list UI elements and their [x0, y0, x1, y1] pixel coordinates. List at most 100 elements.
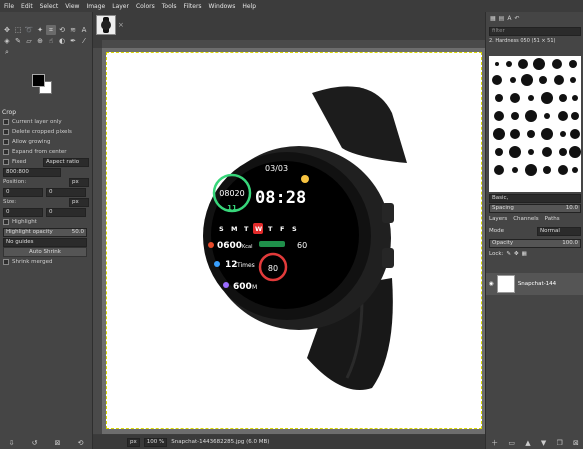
option-delete-cropped: Delete cropped pixels [0, 127, 92, 137]
dodge-tool-icon[interactable]: ◐ [57, 36, 67, 46]
color-picker-tool-icon[interactable]: ⁄ [79, 36, 89, 46]
tab-layers[interactable]: Layers [489, 216, 507, 222]
layers-tab-row: Layers Channels Paths [486, 214, 583, 224]
menu-layer[interactable]: Layer [112, 3, 129, 10]
option-shrink-merged: Shrink merged [0, 257, 92, 267]
delete-cropped-checkbox[interactable] [3, 129, 9, 135]
layer-group-icon[interactable]: ▭ [508, 439, 515, 447]
highlight-opacity-label: Highlight opacity [6, 229, 53, 235]
menu-edit[interactable]: Edit [21, 3, 33, 10]
fuzzy-select-tool-icon[interactable]: ✦ [35, 25, 45, 35]
brushes-tab-icon[interactable]: ▦ [490, 15, 496, 22]
fonts-tab-icon[interactable]: A [507, 15, 511, 22]
guides-select[interactable]: No guides [3, 237, 87, 247]
tab-channels[interactable]: Channels [513, 216, 538, 222]
fixed-checkbox[interactable] [3, 159, 9, 165]
zoom-select[interactable]: 100 % [143, 437, 168, 447]
color-swatches[interactable] [32, 74, 54, 96]
fixed-mode-select[interactable]: Aspect ratio [43, 157, 89, 167]
highlight-checkbox[interactable] [3, 219, 9, 225]
menu-image[interactable]: Image [86, 3, 105, 10]
option-allow-growing: Allow growing [0, 137, 92, 147]
size-y-input[interactable]: 0 [46, 207, 86, 217]
menu-help[interactable]: Help [242, 3, 256, 10]
size-x-input[interactable]: 0 [3, 207, 43, 217]
canvas-stage[interactable]: 08020 11 03/03 08:28 S M T W T F S 0600 … [102, 48, 485, 434]
allow-growing-label: Allow growing [12, 139, 51, 145]
delete-options-icon[interactable]: ⊠ [55, 439, 61, 447]
rect-select-tool-icon[interactable]: ⬚ [13, 25, 23, 35]
crop-tool-icon[interactable]: ⌗ [46, 25, 56, 35]
menu-select[interactable]: Select [40, 3, 59, 10]
menu-file[interactable]: File [4, 3, 14, 10]
menu-view[interactable]: View [65, 3, 79, 10]
text-tool-icon[interactable]: A [79, 25, 89, 35]
mode-select[interactable]: Normal [537, 226, 581, 236]
paintbrush-tool-icon[interactable]: ✎ [13, 36, 23, 46]
menu-filters[interactable]: Filters [184, 3, 202, 10]
eraser-tool-icon[interactable]: ▱ [24, 36, 34, 46]
patterns-tab-icon[interactable]: ▤ [499, 15, 505, 22]
option-position-label: Position: px [0, 177, 92, 187]
shrink-merged-checkbox[interactable] [3, 259, 9, 265]
option-current-layer-only: Current layer only [0, 117, 92, 127]
lock-alpha-icon[interactable]: ▦ [522, 251, 527, 257]
raise-layer-icon[interactable]: ▲ [525, 439, 530, 447]
smudge-tool-icon[interactable]: ☝ [46, 36, 56, 46]
lock-position-icon[interactable]: ✥ [514, 251, 519, 257]
layer-row[interactable]: ◉ Snapchat-144 [486, 273, 583, 295]
tab-paths[interactable]: Paths [545, 216, 560, 222]
expand-from-center-label: Expand from center [12, 149, 67, 155]
brush-preset-select[interactable]: Basic, [489, 193, 581, 203]
foreground-color-swatch[interactable] [32, 74, 45, 87]
unit-select[interactable]: px [127, 437, 140, 447]
delete-layer-icon[interactable]: ⊠ [573, 439, 579, 447]
visibility-eye-icon[interactable]: ◉ [489, 281, 494, 287]
spacing-slider[interactable]: Spacing 10.0 [489, 203, 581, 213]
lock-pixels-icon[interactable]: ✎ [506, 251, 511, 257]
position-x-input[interactable]: 0 [3, 187, 43, 197]
reset-options-icon[interactable]: ⟲ [78, 439, 84, 447]
menu-tools[interactable]: Tools [162, 3, 177, 10]
position-y-input[interactable]: 0 [46, 187, 86, 197]
transform-tool-icon[interactable]: ⟲ [57, 25, 67, 35]
opacity-row: Opacity 100.0 [486, 238, 583, 248]
menu-colors[interactable]: Colors [136, 3, 155, 10]
smartwatch-image: 08020 11 03/03 08:28 S M T W T F S 0600 … [203, 86, 407, 390]
restore-options-icon[interactable]: ↺ [32, 439, 38, 447]
distance-unit: M [252, 284, 257, 291]
move-tool-icon[interactable]: ✥ [2, 25, 12, 35]
opacity-value: 100.0 [562, 240, 578, 246]
opacity-slider[interactable]: Opacity 100.0 [489, 238, 581, 248]
auto-shrink-button[interactable]: Auto Shrink [3, 247, 87, 257]
current-layer-only-checkbox[interactable] [3, 119, 9, 125]
brush-grid[interactable] [489, 56, 581, 192]
image-canvas[interactable]: 08020 11 03/03 08:28 S M T W T F S 0600 … [106, 52, 482, 429]
clone-tool-icon[interactable]: ⊕ [35, 36, 45, 46]
highlight-opacity-value: 50.0 [71, 229, 84, 235]
path-tool-icon[interactable]: ✒ [68, 36, 78, 46]
moon-icon [223, 282, 229, 288]
times-value: 12 [225, 260, 238, 270]
zoom-tool-icon[interactable]: ⌕ [2, 47, 12, 57]
image-tab-thumbnail[interactable] [96, 15, 116, 35]
allow-growing-checkbox[interactable] [3, 139, 9, 145]
option-expand-center: Expand from center [0, 147, 92, 157]
size-unit-select[interactable]: px [69, 197, 89, 207]
brush-filter-input[interactable]: filter [489, 26, 581, 36]
history-tab-icon[interactable]: ↶ [514, 15, 519, 22]
expand-from-center-checkbox[interactable] [3, 149, 9, 155]
duplicate-layer-icon[interactable]: ❐ [556, 439, 562, 447]
close-tab-icon[interactable]: × [118, 21, 124, 29]
highlight-opacity-slider[interactable]: Highlight opacity 50.0 [3, 227, 87, 237]
menu-windows[interactable]: Windows [209, 3, 236, 10]
right-dock: ▦ ▤ A ↶ filter 2. Hardness 050 (51 × 51) [485, 12, 583, 449]
ratio-input[interactable]: 800:800 [3, 167, 61, 177]
warp-tool-icon[interactable]: ≋ [68, 25, 78, 35]
lower-layer-icon[interactable]: ▼ [541, 439, 546, 447]
save-options-icon[interactable]: ⇩ [9, 439, 15, 447]
new-layer-icon[interactable]: ＋ [491, 438, 498, 448]
lasso-tool-icon[interactable]: ➰ [24, 25, 34, 35]
position-unit-select[interactable]: px [69, 177, 89, 187]
bucket-fill-tool-icon[interactable]: ◈ [2, 36, 12, 46]
